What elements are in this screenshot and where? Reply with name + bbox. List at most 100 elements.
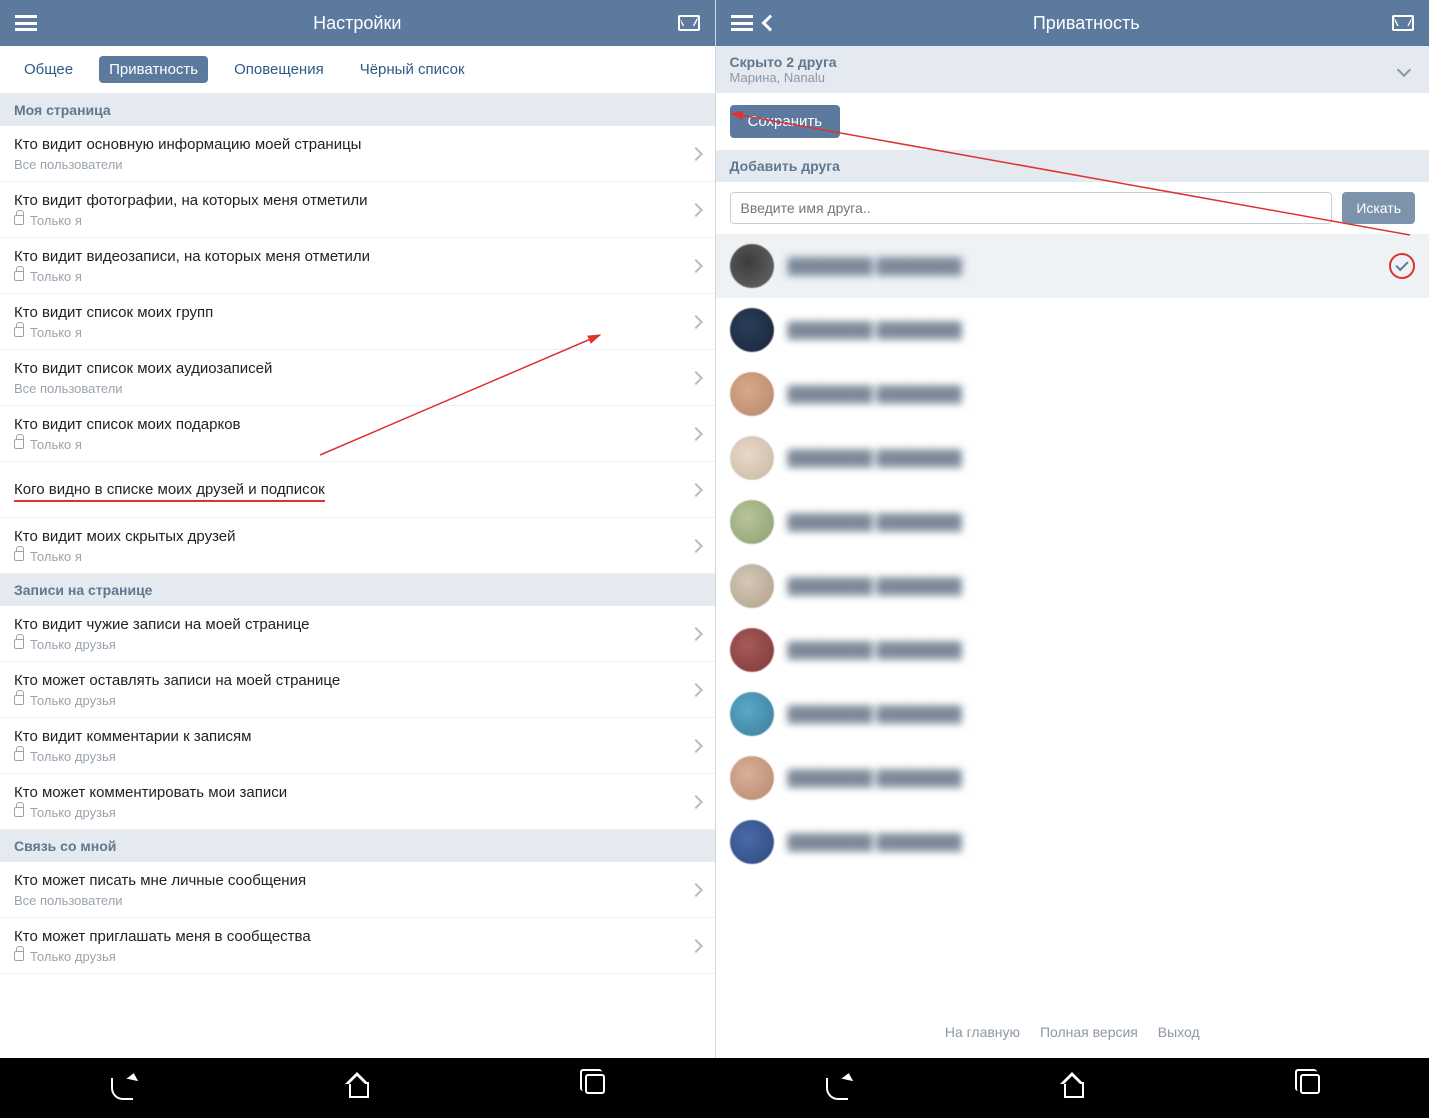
android-nav-bar: [0, 1058, 1429, 1118]
setting-value: Только друзья: [14, 637, 691, 652]
setting-title: Кто видит комментарии к записям: [14, 727, 691, 747]
nav-home-button[interactable]: [1058, 1074, 1086, 1102]
settings-tabs: Общее Приватность Оповещения Чёрный спис…: [0, 46, 715, 94]
privacy-setting-row[interactable]: Кто видит чужие записи на моей странице Т…: [0, 606, 715, 662]
privacy-setting-row[interactable]: Кого видно в списке моих друзей и подпис…: [0, 462, 715, 518]
nav-back-icon: [111, 1078, 133, 1100]
privacy-setting-row[interactable]: Кто видит список моих группТолько я: [0, 294, 715, 350]
check-icon: [1395, 258, 1408, 271]
avatar: [730, 308, 774, 352]
chevron-right-icon: [688, 682, 702, 696]
section-header: Связь со мной: [0, 830, 715, 862]
privacy-setting-row[interactable]: Кто видит основную информацию моей стран…: [0, 126, 715, 182]
friend-row[interactable]: ████████ ████████: [716, 234, 1429, 298]
back-button[interactable]: [756, 9, 784, 37]
save-bar: Сохранить: [716, 93, 1429, 150]
hidden-friends-count: Скрыто 2 друга: [730, 54, 837, 70]
friend-row[interactable]: ████████ ████████: [716, 362, 1429, 426]
setting-value: Только я: [14, 325, 691, 340]
friend-row[interactable]: ████████ ████████: [716, 426, 1429, 490]
mail-button-right[interactable]: [1389, 9, 1417, 37]
selected-check-circle: [1389, 253, 1415, 279]
friend-name-blurred: ████████ ████████: [788, 322, 1416, 339]
friend-row[interactable]: ████████ ████████: [716, 682, 1429, 746]
chevron-down-icon: [1397, 62, 1411, 76]
hamburger-icon: [15, 15, 37, 31]
footer-home[interactable]: На главную: [945, 1024, 1020, 1040]
avatar: [730, 756, 774, 800]
privacy-setting-row[interactable]: Кто видит комментарии к записям Только др…: [0, 718, 715, 774]
tab-general[interactable]: Общее: [14, 56, 83, 83]
mail-button[interactable]: [675, 9, 703, 37]
section-header: Записи на странице: [0, 574, 715, 606]
setting-title: Кто видит список моих аудиозаписей: [14, 359, 691, 379]
nav-home-button[interactable]: [343, 1074, 371, 1102]
avatar: [730, 564, 774, 608]
friend-name-blurred: ████████ ████████: [788, 514, 1416, 531]
privacy-setting-row[interactable]: Кто может писать мне личные сообщенияВсе…: [0, 862, 715, 918]
privacy-setting-row[interactable]: Кто может приглашать меня в сообществаТо…: [0, 918, 715, 974]
lock-icon: [14, 639, 24, 649]
search-button[interactable]: Искать: [1342, 192, 1415, 224]
chevron-right-icon: [688, 482, 702, 496]
hidden-friends-names: Марина, Nanalu: [730, 70, 837, 85]
lock-icon: [14, 751, 24, 761]
settings-list[interactable]: Моя страницаКто видит основную информаци…: [0, 94, 715, 1058]
privacy-setting-row[interactable]: Кто видит фотографии, на которых меня от…: [0, 182, 715, 238]
tab-notifications[interactable]: Оповещения: [224, 56, 334, 83]
setting-value: Все пользователи: [14, 157, 691, 172]
nav-home-icon: [346, 1074, 368, 1096]
right-header-title: Приватность: [784, 13, 1390, 34]
friend-row[interactable]: ████████ ████████: [716, 618, 1429, 682]
menu-button[interactable]: [12, 9, 40, 37]
privacy-setting-row[interactable]: Кто может комментировать мои записиТольк…: [0, 774, 715, 830]
friend-row[interactable]: ████████ ████████: [716, 746, 1429, 810]
lock-icon: [14, 327, 24, 337]
menu-button-right[interactable]: [728, 9, 756, 37]
friend-name-blurred: ████████ ████████: [788, 450, 1416, 467]
privacy-setting-row[interactable]: Кто видит видеозаписи, на которых меня о…: [0, 238, 715, 294]
chevron-right-icon: [688, 426, 702, 440]
friend-name-blurred: ████████ ████████: [788, 578, 1416, 595]
chevron-right-icon: [688, 258, 702, 272]
hidden-friends-summary[interactable]: Скрыто 2 друга Марина, Nanalu: [716, 46, 1429, 93]
setting-value: Только друзья: [14, 749, 691, 764]
nav-back-button[interactable]: [105, 1074, 133, 1102]
tab-blacklist[interactable]: Чёрный список: [350, 56, 475, 83]
footer-exit[interactable]: Выход: [1158, 1024, 1200, 1040]
friend-row[interactable]: ████████ ████████: [716, 298, 1429, 362]
privacy-setting-row[interactable]: Кто видит список моих аудиозаписейВсе по…: [0, 350, 715, 406]
lock-icon: [14, 439, 24, 449]
nav-home-icon: [1061, 1074, 1083, 1096]
setting-value: Только друзья: [14, 805, 691, 820]
lock-icon: [14, 807, 24, 817]
setting-value: Только друзья: [14, 693, 691, 708]
nav-back-button[interactable]: [820, 1074, 848, 1102]
avatar: [730, 372, 774, 416]
friend-row[interactable]: ████████ ████████: [716, 554, 1429, 618]
save-button[interactable]: Сохранить: [730, 105, 841, 138]
setting-title: Кто видит чужие записи на моей странице: [14, 615, 691, 635]
privacy-setting-row[interactable]: Кто может оставлять записи на моей стран…: [0, 662, 715, 718]
nav-recent-button[interactable]: [581, 1074, 609, 1102]
chevron-right-icon: [688, 370, 702, 384]
chevron-right-icon: [688, 738, 702, 752]
chevron-right-icon: [688, 938, 702, 952]
setting-value: Только я: [14, 213, 691, 228]
friend-row[interactable]: ████████ ████████: [716, 490, 1429, 554]
avatar: [730, 500, 774, 544]
privacy-setting-row[interactable]: Кто видит моих скрытых друзейТолько я: [0, 518, 715, 574]
setting-title: Кто может писать мне личные сообщения: [14, 871, 691, 891]
footer-full[interactable]: Полная версия: [1040, 1024, 1138, 1040]
friend-row[interactable]: ████████ ████████: [716, 810, 1429, 874]
setting-title: Кто видит основную информацию моей стран…: [14, 135, 691, 155]
chevron-right-icon: [688, 538, 702, 552]
chevron-right-icon: [688, 202, 702, 216]
tab-privacy[interactable]: Приватность: [99, 56, 208, 83]
friends-list[interactable]: ████████ ████████████████ ██████████████…: [716, 234, 1429, 1006]
nav-recent-button[interactable]: [1296, 1074, 1324, 1102]
friend-search-input[interactable]: [730, 192, 1333, 224]
lock-icon: [14, 271, 24, 281]
left-header: Настройки: [0, 0, 715, 46]
privacy-setting-row[interactable]: Кто видит список моих подарковТолько я: [0, 406, 715, 462]
